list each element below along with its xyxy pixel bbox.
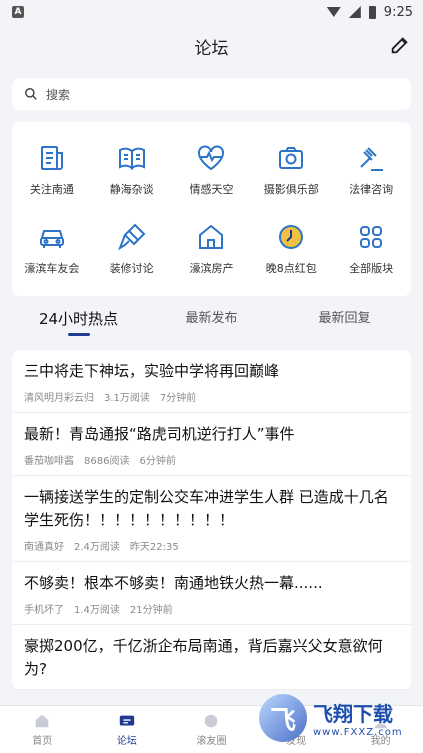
post-title: 一辆接送学生的定制公交车冲进学生人群 已造成十几名学生死伤！！！！！！！！！！ bbox=[24, 488, 389, 529]
category-grid: 关注南通 静海杂谈 情感天空 摄影俱乐部 法律咨询 濠滨车友会 装修讨论 濠滨房… bbox=[12, 122, 411, 296]
category-item[interactable]: 摄影俱乐部 bbox=[251, 130, 331, 209]
post-author: 清风明月彩云归 bbox=[24, 393, 94, 404]
category-item[interactable]: 全部版块 bbox=[331, 209, 411, 288]
post-time: 昨天22:35 bbox=[129, 542, 179, 553]
post-list: 三中将走下神坛，实验中学将再回巅峰 清风明月彩云归 3.1万阅读 7分钟前 最新… bbox=[12, 350, 411, 690]
status-time: 9:25 bbox=[383, 4, 413, 20]
post-time: 21分钟前 bbox=[129, 605, 173, 616]
home-icon bbox=[35, 714, 49, 728]
watermark-text: 飞翔下载 bbox=[313, 702, 393, 726]
category-item[interactable]: 装修讨论 bbox=[92, 209, 172, 288]
clock-icon bbox=[279, 224, 304, 249]
post-author: 手机坏了 bbox=[24, 605, 64, 616]
list-item[interactable]: 不够卖！根本不够卖！南通地铁火热一幕...... 手机坏了 1.4万阅读 21分… bbox=[12, 562, 411, 625]
category-item[interactable]: 静海杂谈 bbox=[92, 130, 172, 209]
page-title: 论坛 bbox=[194, 38, 229, 59]
book-icon bbox=[118, 147, 145, 170]
car-icon bbox=[39, 229, 64, 248]
heart-pulse-icon bbox=[198, 145, 225, 170]
grid-icon bbox=[360, 225, 383, 248]
post-reads: 1.4万阅读 bbox=[74, 605, 120, 616]
post-title: 不够卖！根本不够卖！南通地铁火热一幕...... bbox=[24, 574, 323, 592]
search-bar[interactable]: 搜索 bbox=[12, 78, 411, 110]
list-item[interactable]: 三中将走下神坛，实验中学将再回巅峰 清风明月彩云归 3.1万阅读 7分钟前 bbox=[12, 350, 411, 413]
post-author: 番茄咖啡酱 bbox=[24, 456, 74, 467]
tabbar-forum[interactable]: 论坛 bbox=[85, 706, 170, 753]
category-item[interactable]: 晚8点红包 bbox=[251, 209, 331, 288]
camera-icon bbox=[279, 146, 304, 169]
category-item[interactable]: 关注南通 bbox=[12, 130, 92, 209]
search-icon bbox=[25, 88, 37, 100]
category-item[interactable]: 情感天空 bbox=[172, 130, 252, 209]
forum-icon bbox=[119, 715, 135, 726]
gavel-icon bbox=[360, 146, 384, 171]
app-header: 论坛 bbox=[0, 24, 423, 68]
list-item[interactable]: 一辆接送学生的定制公交车冲进学生人群 已造成十几名学生死伤！！！！！！！！！！ … bbox=[12, 476, 411, 562]
category-item[interactable]: 濠滨车友会 bbox=[12, 209, 92, 288]
signal-icon bbox=[348, 6, 361, 18]
watermark: 飞 飞翔下载 www.FXXZ.com bbox=[259, 689, 415, 747]
category-item[interactable]: 法律咨询 bbox=[331, 130, 411, 209]
battery-icon bbox=[368, 5, 376, 19]
post-time: 7分钟前 bbox=[159, 393, 197, 404]
wifi-icon bbox=[326, 7, 341, 17]
search-placeholder: 搜索 bbox=[46, 87, 71, 102]
post-reads: 2.4万阅读 bbox=[74, 542, 120, 553]
newspaper-icon bbox=[40, 145, 63, 170]
paintbrush-icon bbox=[117, 223, 146, 250]
tab-latest-posts[interactable]: 最新发布 bbox=[145, 298, 278, 340]
list-item[interactable]: 最新！青岛通报“路虎司机逆行打人”事件 番茄咖啡酱 8686阅读 6分钟前 bbox=[12, 413, 411, 476]
post-author: 南通真好 bbox=[24, 542, 64, 553]
watermark-logo-icon: 飞 bbox=[259, 694, 307, 742]
tabbar-circle[interactable]: 滚友圈 bbox=[169, 706, 254, 753]
circle-icon bbox=[205, 714, 218, 728]
compose-icon[interactable] bbox=[389, 34, 411, 56]
post-reads: 3.1万阅读 bbox=[104, 393, 150, 404]
post-title: 最新！青岛通报“路虎司机逆行打人”事件 bbox=[24, 425, 295, 443]
post-reads: 8686阅读 bbox=[84, 456, 130, 467]
post-title: 三中将走下神坛，实验中学将再回巅峰 bbox=[24, 362, 280, 380]
tab-latest-replies[interactable]: 最新回复 bbox=[278, 298, 411, 340]
tab-hot-24h[interactable]: 24小时热点 bbox=[12, 298, 145, 340]
notification-badge: A bbox=[12, 6, 24, 18]
house-icon bbox=[199, 224, 224, 249]
post-title: 豪掷200亿，千亿浙企布局南通，背后嘉兴父女意欲何为? bbox=[24, 637, 383, 678]
tabbar-home[interactable]: 首页 bbox=[0, 706, 85, 753]
feed-tabs: 24小时热点 最新发布 最新回复 bbox=[0, 298, 423, 340]
category-item[interactable]: 濠滨房产 bbox=[172, 209, 252, 288]
watermark-url: www.FXXZ.com bbox=[313, 727, 403, 738]
status-bar: A 9:25 bbox=[0, 0, 423, 24]
list-item[interactable]: 豪掷200亿，千亿浙企布局南通，背后嘉兴父女意欲何为? bbox=[12, 625, 411, 690]
post-time: 6分钟前 bbox=[139, 456, 176, 467]
